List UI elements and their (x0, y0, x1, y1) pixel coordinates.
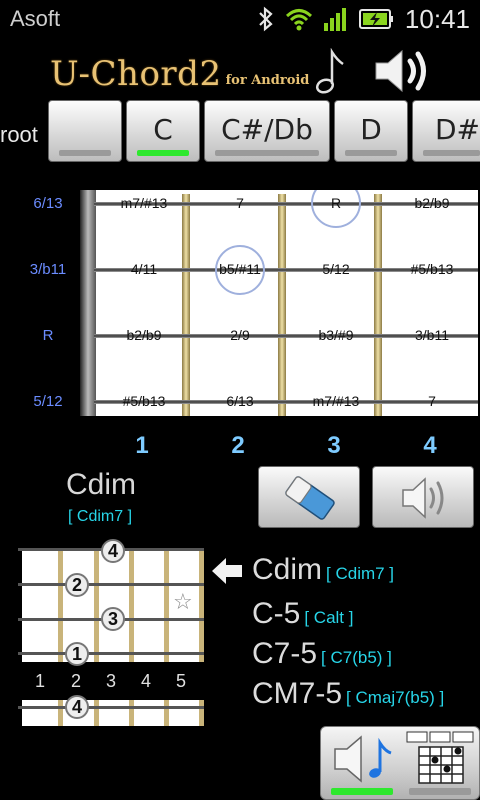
chord-list-name: C7-5 (252, 637, 318, 670)
wifi-icon (285, 9, 312, 31)
mini-finger: 4 (101, 539, 125, 563)
mini-finger-label: 4 (71, 697, 82, 717)
music-note-icon (316, 48, 345, 94)
note-cell[interactable]: b3/#9 (288, 327, 384, 343)
sound-toggle-button[interactable] (325, 729, 399, 797)
note-cell[interactable]: 7 (192, 195, 288, 211)
mini-fret-number: 1 (34, 671, 45, 691)
mini-chord-diagram-next (18, 700, 204, 726)
string-label-1: 6/13 (33, 195, 63, 212)
root-button-label: D#/ (435, 113, 480, 146)
string-label-3: R (42, 327, 54, 344)
chord-list-item[interactable]: CM7-5[ Cmaj7(b5) ] (252, 677, 444, 711)
speaker-note-icon (334, 735, 392, 783)
root-label: root (0, 122, 38, 147)
note-cell-selected[interactable]: R (288, 195, 384, 211)
signal-icon (323, 8, 346, 31)
note-cell[interactable]: m7/#13 (96, 195, 192, 211)
root-indicator (59, 150, 111, 156)
chord-list-alias: [ Cdim7 ] (326, 564, 395, 583)
note-cell[interactable]: #5/b13 (96, 393, 192, 409)
mini-finger: 3 (101, 607, 125, 631)
note-cell[interactable]: #5/b13 (384, 261, 480, 277)
root-button-c[interactable]: C (126, 100, 200, 162)
title-subtitle: for Android (225, 73, 310, 88)
sound-indicator (331, 788, 393, 795)
string-label-4: 5/12 (33, 393, 63, 410)
root-button-d-sharp[interactable]: D#/ (412, 100, 480, 162)
status-time: 10:41 (404, 3, 470, 34)
mini-finger: 2 (65, 573, 89, 597)
status-icons: 10:41 (257, 3, 470, 35)
chord-list-name: CM7-5 (252, 677, 343, 710)
root-button-label: C (153, 113, 173, 146)
title-main: U-Chord2 (50, 54, 222, 94)
note-cell[interactable]: b2/b9 (384, 195, 480, 211)
note-cell[interactable]: 4/11 (96, 261, 192, 277)
chord-list-name: C-5 (252, 597, 301, 630)
fret-number-1: 1 (135, 432, 149, 459)
chord-alias: [ Cdim7 ] (68, 508, 133, 525)
mini-finger: 1 (65, 642, 89, 666)
mini-finger-label: 2 (71, 575, 82, 595)
fret-number-2: 2 (231, 432, 245, 459)
chord-list-alias: [ Cmaj7(b5) ] (346, 688, 445, 707)
fret-number-4: 4 (423, 432, 437, 459)
note-cell[interactable]: 5/12 (288, 261, 384, 277)
mini-fret-number: 3 (105, 671, 116, 691)
chord-list-name: Cdim (252, 553, 323, 586)
mini-fret-number: 4 (140, 671, 151, 691)
note-cell-selected[interactable]: b5/#11 (192, 261, 288, 277)
status-app-name: Asoft (10, 6, 61, 31)
eraser-icon (285, 476, 335, 520)
note-cell[interactable]: 2/9 (192, 327, 288, 343)
chord-list-item[interactable]: Cdim[ Cdim7 ] (252, 553, 394, 587)
root-indicator (423, 150, 480, 156)
speaker-icon[interactable] (372, 46, 432, 96)
fret-number-3: 3 (327, 432, 341, 459)
chord-list-item[interactable]: C-5[ Calt ] (252, 597, 353, 631)
fretboard[interactable]: m7/#13 7 R b2/b9 4/11 b5/#11 5/12 #5/b13… (80, 190, 478, 416)
chord-list-alias: [ C7(b5) ] (321, 648, 392, 667)
fretboard-graphic (80, 190, 478, 416)
root-indicator (345, 150, 397, 156)
string-label-2: 3/b11 (29, 261, 67, 278)
diagram-indicator (409, 788, 471, 795)
bluetooth-icon (259, 6, 273, 32)
note-cell[interactable]: 7 (384, 393, 480, 409)
speaker-icon (402, 477, 444, 519)
note-cell[interactable]: 3/b11 (384, 327, 480, 343)
bottom-panel (320, 726, 480, 800)
root-indicator (215, 150, 319, 156)
play-button[interactable] (372, 466, 474, 528)
root-button-label: C#/Db (221, 113, 313, 146)
chord-diagram-toggle-button[interactable] (403, 729, 477, 797)
mini-fret-number: 2 (70, 671, 81, 691)
note-cell[interactable]: m7/#13 (288, 393, 384, 409)
mini-finger-label: 4 (107, 541, 118, 561)
chord-name: Cdim (66, 468, 137, 501)
root-button-d[interactable]: D (334, 100, 408, 162)
note-cell[interactable]: 6/13 (192, 393, 288, 409)
mini-fret-number: 5 (175, 671, 186, 691)
mini-finger: 4 (65, 695, 89, 719)
app-title: U-Chord2 for Android (50, 48, 345, 94)
chord-list-item[interactable]: C7-5[ C7(b5) ] (252, 637, 392, 671)
status-bar: Asoft 10:41 (0, 0, 480, 38)
erase-button[interactable] (258, 466, 360, 528)
chord-diagram-icon (406, 731, 474, 784)
arrow-left-icon (212, 558, 242, 584)
root-indicator-selected (137, 150, 189, 156)
note-cell[interactable]: b2/b9 (96, 327, 192, 343)
mini-finger-label: 1 (71, 644, 82, 664)
mini-finger-label: 3 (107, 609, 118, 629)
root-button-blank[interactable] (48, 100, 122, 162)
battery-charging-icon (358, 9, 393, 29)
star-icon: ☆ (173, 590, 193, 615)
chord-list-alias: [ Calt ] (304, 608, 354, 627)
root-button-label: D (360, 113, 382, 146)
root-button-c-sharp[interactable]: C#/Db (204, 100, 330, 162)
